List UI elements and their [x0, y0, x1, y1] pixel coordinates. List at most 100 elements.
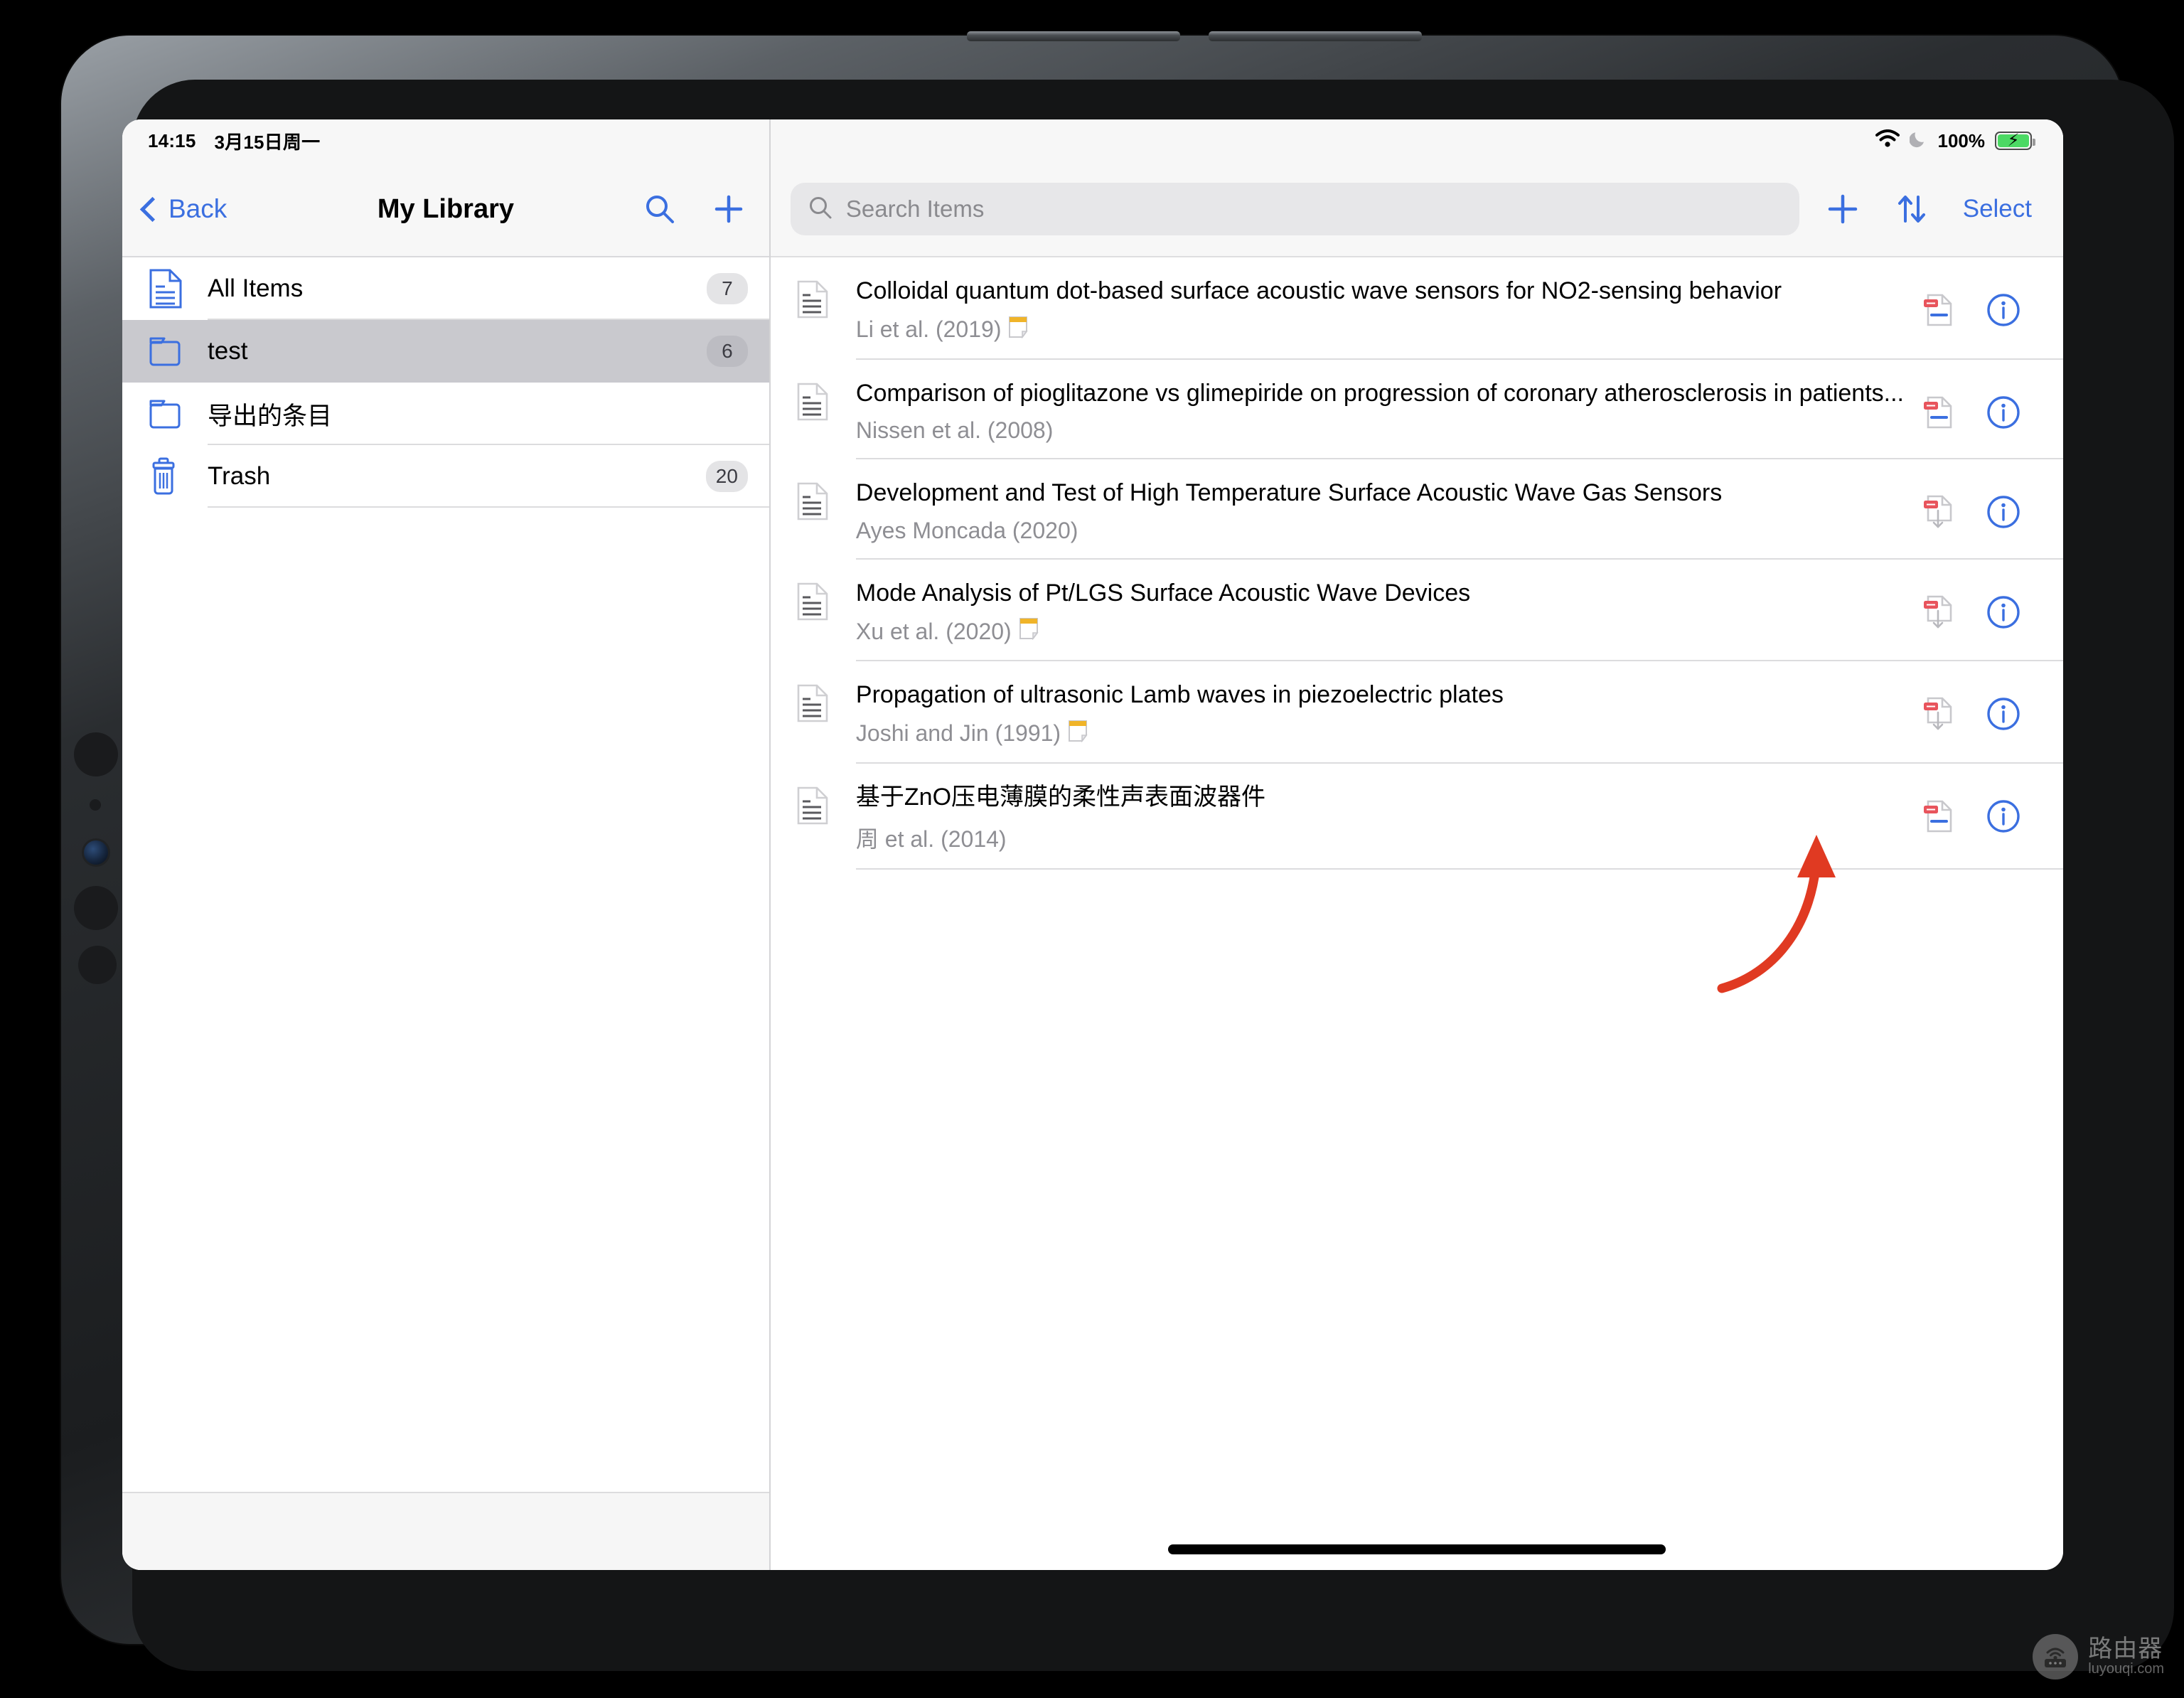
- list-item[interactable]: Development and Test of High Temperature…: [796, 459, 2063, 560]
- select-button[interactable]: Select: [1963, 195, 2032, 223]
- pdf-download-pending-icon[interactable]: [1922, 594, 1954, 634]
- search-icon[interactable]: [643, 192, 677, 226]
- pdf-downloaded-icon[interactable]: [1922, 395, 1954, 434]
- sidebar-item-exported[interactable]: 导出的条目: [122, 383, 769, 445]
- sidebar-item-label: test: [208, 337, 248, 365]
- item-title: Propagation of ultrasonic Lamb waves in …: [855, 681, 1504, 709]
- list-item-text: Colloidal quantum dot-based surface acou…: [856, 276, 1922, 344]
- list-item-text: 基于ZnO压电薄膜的柔性声表面波器件 周 et al. (2014): [856, 782, 1922, 855]
- back-button[interactable]: Back: [139, 194, 228, 224]
- note-icon: [1019, 617, 1039, 646]
- sidebar-bottom-toolbar: [122, 1492, 769, 1570]
- sidebar-actions: [643, 192, 745, 226]
- items-list: Colloidal quantum dot-based surface acou…: [771, 257, 2063, 1570]
- document-icon: [796, 782, 856, 825]
- list-item-actions: [1922, 680, 2063, 736]
- split-view: Back My Library All Items 7 test 6 导出的条目…: [122, 119, 2063, 1570]
- item-subtitle: 周 et al. (2014): [856, 821, 1904, 854]
- watermark-cn: 路由器: [2088, 1635, 2163, 1662]
- ambient-sensor-icon: [78, 946, 117, 984]
- volume-down-button[interactable]: [1209, 31, 1422, 41]
- sidebar-item-test[interactable]: test 6: [122, 320, 769, 383]
- document-icon: [796, 478, 856, 520]
- list-item-text: Propagation of ultrasonic Lamb waves in …: [856, 680, 1922, 748]
- list-item-actions: [1922, 276, 2063, 332]
- item-authors: Nissen et al. (2008): [855, 417, 1054, 444]
- divider: [855, 868, 2063, 870]
- microphone-icon: [90, 799, 101, 811]
- item-authors: Xu et al. (2020): [855, 618, 1012, 644]
- note-icon: [1068, 720, 1088, 748]
- item-authors: Ayes Moncada (2020): [855, 517, 1078, 543]
- camera-lens-large-icon: [74, 732, 118, 776]
- sidebar-item-label: All Items: [208, 274, 304, 302]
- info-circle-icon[interactable]: [1985, 292, 2022, 332]
- item-subtitle: Ayes Moncada (2020): [856, 518, 1904, 544]
- item-authors: Joshi and Jin (1991): [855, 720, 1061, 747]
- list-item-actions: [1922, 782, 2063, 838]
- camera-lens-small-icon: [74, 886, 118, 930]
- router-icon: [2033, 1634, 2079, 1680]
- library-sidebar: Back My Library All Items 7 test 6 导出的条目…: [122, 119, 771, 1570]
- front-camera-icon: [84, 840, 108, 865]
- list-item-text: Development and Test of High Temperature…: [856, 478, 1922, 544]
- item-title: Comparison of pioglitazone vs glimepirid…: [855, 379, 1904, 407]
- plus-icon[interactable]: [1825, 191, 1861, 227]
- list-item[interactable]: Colloidal quantum dot-based surface acou…: [796, 257, 2063, 360]
- back-button-label: Back: [168, 194, 228, 223]
- item-authors: Li et al. (2019): [855, 316, 1002, 343]
- item-title: 基于ZnO压电薄膜的柔性声表面波器件: [855, 783, 1266, 811]
- ipad-screen: 14:15 3月15日周一 100% ⚡ Back My Library All…: [122, 119, 2063, 1570]
- list-item[interactable]: 基于ZnO压电薄膜的柔性声表面波器件 周 et al. (2014): [796, 764, 2063, 870]
- list-item[interactable]: Propagation of ultrasonic Lamb waves in …: [796, 661, 2063, 764]
- sidebar-item-count: 20: [705, 461, 748, 492]
- sidebar-item-count: 7: [706, 273, 748, 304]
- chevron-left-icon: [139, 196, 166, 222]
- info-circle-icon[interactable]: [1985, 798, 2022, 838]
- watermark: 路由器 luyouqi.com: [2033, 1634, 2164, 1680]
- home-indicator[interactable]: [1167, 1544, 1666, 1554]
- item-title: Mode Analysis of Pt/LGS Surface Acoustic…: [855, 579, 1471, 607]
- pdf-downloaded-icon[interactable]: [1922, 292, 1954, 331]
- pdf-download-pending-icon[interactable]: [1922, 695, 1954, 736]
- document-icon: [796, 378, 856, 421]
- list-item-text: Mode Analysis of Pt/LGS Surface Acoustic…: [856, 578, 1922, 646]
- pdf-download-pending-icon[interactable]: [1922, 493, 1954, 534]
- sidebar-navigation-bar: Back My Library: [122, 119, 769, 257]
- items-pane: Search Items Select Colloidal quantum do…: [770, 119, 2063, 1570]
- info-circle-icon[interactable]: [1985, 695, 2022, 736]
- sort-arrows-icon[interactable]: [1893, 191, 1930, 228]
- note-icon: [1008, 316, 1029, 344]
- screenshot-root: 14:15 3月15日周一 100% ⚡ Back My Library All…: [0, 0, 2184, 1698]
- plus-icon[interactable]: [712, 193, 745, 225]
- sidebar-item-count: 6: [706, 336, 748, 367]
- folder-icon: [148, 395, 188, 432]
- item-subtitle: Xu et al. (2020): [856, 617, 1904, 646]
- info-circle-icon[interactable]: [1985, 594, 2022, 634]
- document-icon: [796, 680, 856, 722]
- sidebar-item-trash[interactable]: Trash 20: [122, 445, 769, 508]
- info-circle-icon[interactable]: [1985, 394, 2022, 434]
- list-item-actions: [1922, 378, 2063, 434]
- item-subtitle: Li et al. (2019): [856, 316, 1904, 344]
- sidebar-item-label: 导出的条目: [208, 402, 333, 430]
- item-title: Colloidal quantum dot-based surface acou…: [855, 277, 1782, 304]
- search-input[interactable]: Search Items: [790, 183, 1799, 235]
- list-item[interactable]: Mode Analysis of Pt/LGS Surface Acoustic…: [796, 560, 2063, 662]
- info-circle-icon[interactable]: [1985, 493, 2022, 534]
- volume-up-button[interactable]: [967, 31, 1180, 41]
- document-icon: [796, 276, 856, 319]
- trash-icon: [148, 456, 188, 496]
- sidebar-item-all-items[interactable]: All Items 7: [122, 257, 769, 320]
- sidebar-item-label: Trash: [208, 462, 271, 490]
- list-item[interactable]: Comparison of pioglitazone vs glimepirid…: [796, 360, 2063, 460]
- list-item-actions: [1922, 578, 2063, 634]
- watermark-text: 路由器 luyouqi.com: [2088, 1635, 2164, 1677]
- item-authors: 周 et al. (2014): [855, 826, 1007, 853]
- document-icon: [148, 268, 188, 309]
- sidebar-collection-list: All Items 7 test 6 导出的条目 Trash 20: [122, 257, 769, 1492]
- folder-icon: [148, 333, 188, 370]
- list-item-text: Comparison of pioglitazone vs glimepirid…: [856, 378, 1922, 444]
- item-title: Development and Test of High Temperature…: [855, 479, 1723, 507]
- pdf-downloaded-icon[interactable]: [1922, 799, 1954, 838]
